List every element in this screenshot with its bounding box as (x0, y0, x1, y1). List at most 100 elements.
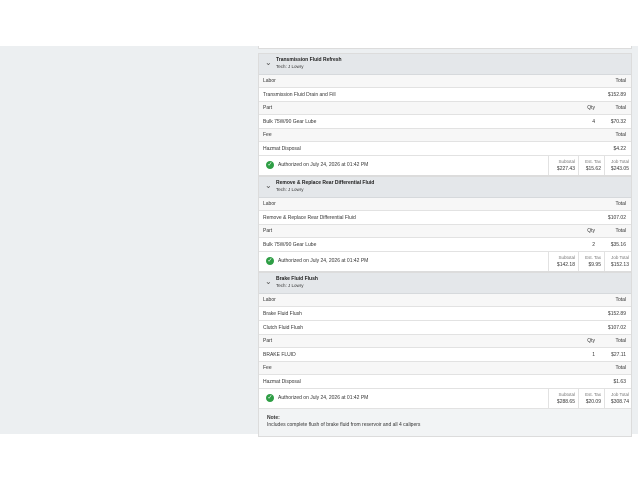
labor-row: Clutch Fluid Flush $107.02 (259, 321, 631, 335)
fee-name: Hazmat Disposal (263, 145, 301, 152)
part-header-row: Part Qty Total (259, 102, 631, 115)
qty-header: Qty (587, 105, 595, 111)
tax-value: $20.09 (585, 399, 601, 405)
job-tech: Tech: J Lowry (276, 187, 304, 192)
part-total: $70.32 (610, 118, 626, 125)
tax-value: $9.95 (588, 262, 601, 268)
job-header[interactable]: ⌄ Transmission Fluid Refresh Tech: J Low… (259, 54, 631, 75)
job-note: Note: Includes complete flush of brake f… (259, 408, 631, 436)
labor-row: Transmission Fluid Drain and Fill $152.8… (259, 88, 631, 102)
labor-total: $107.02 (607, 214, 626, 221)
job-card-differential: ⌄ Remove & Replace Rear Differential Flu… (258, 176, 632, 272)
subtotal-value: $227.43 (556, 166, 575, 172)
previous-job-card-edge (258, 46, 632, 49)
labor-header-row: Labor Total (259, 294, 631, 307)
fee-row: Hazmat Disposal $4.22 (259, 142, 631, 156)
subtotal-cell: Subtotal $142.18 (548, 252, 578, 271)
job-total-cell: Job Total $308.74 (604, 389, 632, 408)
part-total: $27.11 (611, 351, 626, 358)
labor-row: Remove & Replace Rear Differential Fluid… (259, 211, 631, 225)
part-total-header: Total (615, 338, 626, 344)
fee-row: Hazmat Disposal $1.63 (259, 375, 631, 389)
subtotal-value: $142.18 (556, 262, 575, 268)
job-total-label: Job Total (611, 392, 629, 397)
part-header: Part (263, 105, 273, 111)
labor-total-header: Total (615, 78, 626, 84)
part-qty: 1 (592, 351, 595, 358)
note-label: Note: (267, 415, 280, 421)
job-header[interactable]: ⌄ Remove & Replace Rear Differential Flu… (259, 177, 631, 198)
fee-header: Fee (263, 132, 272, 138)
check-circle-icon: ✓ (266, 394, 274, 402)
part-header-row: Part Qty Total (259, 225, 631, 238)
fee-total-header: Total (615, 132, 626, 138)
labor-total: $152.89 (607, 91, 626, 98)
labor-header-row: Labor Total (259, 75, 631, 88)
fee-total: $4.22 (613, 145, 626, 152)
fee-name: Hazmat Disposal (263, 378, 301, 385)
job-title: Remove & Replace Rear Differential Fluid (276, 180, 375, 186)
part-header-row: Part Qty Total (259, 335, 631, 348)
labor-header: Labor (263, 201, 276, 207)
part-qty: 4 (592, 118, 595, 125)
job-title: Brake Fluid Flush (276, 276, 318, 282)
job-total-label: Job Total (611, 255, 629, 260)
job-total-value: $308.74 (610, 399, 629, 405)
job-card-transmission: ⌄ Transmission Fluid Refresh Tech: J Low… (258, 53, 632, 176)
fee-header-row: Fee Total (259, 129, 631, 142)
job-header[interactable]: ⌄ Brake Fluid Flush Tech: J Lowry (259, 273, 631, 294)
check-circle-icon: ✓ (266, 161, 274, 169)
job-tech: Tech: J Lowry (276, 64, 304, 69)
chevron-down-icon[interactable]: ⌄ (265, 182, 272, 190)
job-total-label: Job Total (611, 159, 629, 164)
tax-label: Est. Tax (585, 159, 601, 164)
part-name: Bulk 75W/90 Gear Lube (263, 118, 317, 125)
tax-label: Est. Tax (585, 255, 601, 260)
labor-total: $152.89 (607, 310, 626, 317)
job-footer: ✓ Authorized on July 24, 2026 at 01:42 P… (259, 389, 631, 408)
subtotal-cell: Subtotal $288.65 (548, 389, 578, 408)
tax-label: Est. Tax (585, 392, 601, 397)
subtotal-label: Subtotal (558, 159, 575, 164)
labor-header: Labor (263, 297, 276, 303)
subtotal-label: Subtotal (558, 392, 575, 397)
job-title: Transmission Fluid Refresh (276, 57, 342, 63)
part-header: Part (263, 228, 273, 234)
part-row: Bulk 75W/90 Gear Lube 4 $70.32 (259, 115, 631, 129)
labor-header-row: Labor Total (259, 198, 631, 211)
labor-name: Brake Fluid Flush (263, 310, 302, 317)
check-circle-icon: ✓ (266, 257, 274, 265)
job-total-value: $152.13 (610, 262, 629, 268)
labor-header: Labor (263, 78, 276, 84)
fee-header-row: Fee Total (259, 362, 631, 375)
qty-header: Qty (587, 228, 595, 234)
subtotal-cell: Subtotal $227.43 (548, 156, 578, 175)
subtotal-label: Subtotal (558, 255, 575, 260)
fee-header: Fee (263, 365, 272, 371)
subtotal-value: $288.65 (556, 399, 575, 405)
job-footer: ✓ Authorized on July 24, 2026 at 01:42 P… (259, 252, 631, 271)
tax-cell: Est. Tax $9.95 (578, 252, 604, 271)
chevron-down-icon[interactable]: ⌄ (265, 278, 272, 286)
chevron-down-icon[interactable]: ⌄ (265, 59, 272, 67)
part-row: BRAKE FLUID 1 $27.11 (259, 348, 631, 362)
part-total-header: Total (615, 228, 626, 234)
job-tech: Tech: J Lowry (276, 283, 304, 288)
authorized-text: Authorized on July 24, 2026 at 01:42 PM (278, 258, 369, 264)
job-total-value: $243.05 (610, 166, 629, 172)
qty-header: Qty (587, 338, 595, 344)
labor-name: Remove & Replace Rear Differential Fluid (263, 214, 356, 221)
labor-row: Brake Fluid Flush $152.89 (259, 307, 631, 321)
job-card-brake-fluid: ⌄ Brake Fluid Flush Tech: J Lowry Labor … (258, 272, 632, 437)
fee-total-header: Total (615, 365, 626, 371)
labor-total-header: Total (615, 297, 626, 303)
job-total-cell: Job Total $243.05 (604, 156, 632, 175)
part-row: Bulk 75W/90 Gear Lube 2 $35.16 (259, 238, 631, 252)
part-total: $35.16 (610, 241, 626, 248)
authorized-text: Authorized on July 24, 2026 at 01:42 PM (278, 395, 369, 401)
left-panel (0, 46, 253, 434)
part-header: Part (263, 338, 273, 344)
tax-cell: Est. Tax $20.09 (578, 389, 604, 408)
note-text: Includes complete flush of brake fluid f… (267, 422, 421, 428)
tax-value: $15.62 (585, 166, 601, 172)
